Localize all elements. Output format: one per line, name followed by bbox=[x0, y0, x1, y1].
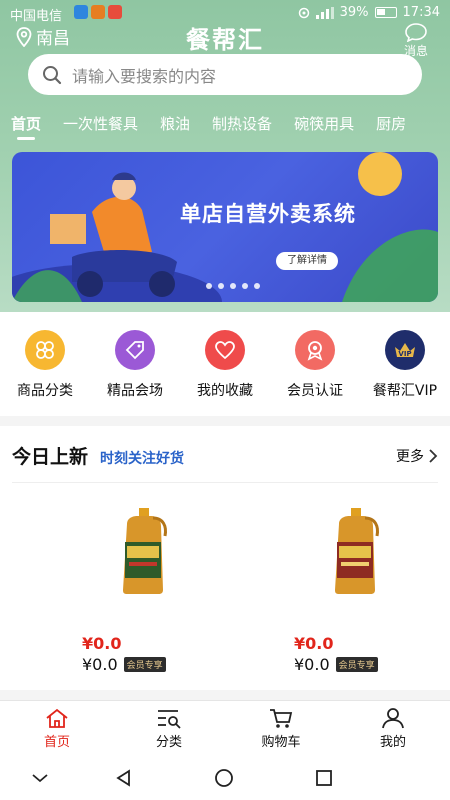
notification-icon bbox=[108, 5, 122, 19]
quick-link-member-verification[interactable]: 会员认证 bbox=[270, 330, 360, 400]
new-today-section: 今日上新 时刻关注好货 更多 ¥0.0 ¥0.0 会员专享 ¥0.0 ¥0.0 … bbox=[0, 426, 450, 690]
heart-icon bbox=[205, 330, 245, 370]
quick-link-vip[interactable]: VIP 餐帮汇VIP bbox=[360, 330, 450, 400]
notification-icons bbox=[74, 5, 122, 19]
quick-link-label: 会员认证 bbox=[287, 383, 343, 399]
oil-bottle-image bbox=[123, 508, 167, 594]
vip-tag: 会员专享 bbox=[123, 657, 166, 672]
product-price: ¥0.0 bbox=[82, 634, 122, 653]
tab-mine[interactable]: 我的 bbox=[348, 707, 438, 750]
user-icon bbox=[382, 708, 404, 729]
tab-label: 首页 bbox=[43, 735, 70, 750]
product-card[interactable]: ¥0.0 ¥0.0 会员专享 bbox=[290, 506, 420, 674]
carousel-dot[interactable] bbox=[254, 283, 260, 289]
banner-title: 单店自营外卖系统 bbox=[180, 202, 356, 226]
quick-link-my-favorites[interactable]: 我的收藏 bbox=[180, 330, 270, 400]
product-card[interactable]: ¥0.0 ¥0.0 会员专享 bbox=[78, 506, 208, 674]
location-status-icon bbox=[298, 7, 309, 18]
back-icon[interactable] bbox=[114, 768, 134, 788]
tab-cart[interactable]: 购物车 bbox=[236, 707, 326, 750]
category-tab-home[interactable]: 首页 bbox=[0, 104, 52, 144]
quick-link-label: 商品分类 bbox=[17, 383, 73, 399]
app-title: 餐帮汇 bbox=[186, 25, 264, 54]
vip-price-row: ¥0.0 会员专享 bbox=[290, 655, 420, 674]
vip-tag: 会员专享 bbox=[335, 657, 378, 672]
message-icon bbox=[405, 23, 427, 42]
clover-icon bbox=[25, 330, 65, 370]
quick-link-premium-venue[interactable]: 精品会场 bbox=[90, 330, 180, 400]
category-icon bbox=[158, 710, 181, 729]
carousel-dots bbox=[206, 283, 260, 289]
title-bar: 南昌 餐帮汇 消息 bbox=[0, 20, 450, 58]
divider bbox=[12, 482, 438, 483]
carousel-dot[interactable] bbox=[242, 283, 248, 289]
vip-price-row: ¥0.0 会员专享 bbox=[78, 655, 208, 674]
bottom-tab-bar: 首页 分类 购物车 我的 bbox=[0, 700, 450, 756]
product-price: ¥0.0 bbox=[294, 634, 334, 653]
badge-icon bbox=[295, 330, 335, 370]
category-tab-heating-equipment[interactable]: 制热设备 bbox=[201, 104, 283, 144]
tab-label: 分类 bbox=[155, 735, 182, 750]
battery-percent: 39% bbox=[339, 5, 369, 20]
recents-icon[interactable] bbox=[314, 768, 334, 788]
vip-price: ¥0.0 bbox=[82, 655, 118, 674]
oil-bottle-image bbox=[335, 508, 379, 594]
carousel-dot[interactable] bbox=[218, 283, 224, 289]
product-image bbox=[78, 506, 208, 626]
tab-home[interactable]: 首页 bbox=[12, 707, 102, 750]
more-link[interactable]: 更多 bbox=[396, 446, 438, 466]
category-tab-disposable-tableware[interactable]: 一次性餐具 bbox=[52, 104, 149, 144]
notification-icon bbox=[74, 5, 88, 19]
search-placeholder: 请输入要搜索的内容 bbox=[72, 66, 217, 86]
battery-icon bbox=[374, 7, 397, 18]
category-tab-tableware-utensils[interactable]: 碗筷用具 bbox=[283, 104, 365, 144]
category-tabs: 首页 一次性餐具 粮油 制热设备 碗筷用具 厨房 bbox=[0, 104, 450, 144]
cart-icon bbox=[270, 709, 293, 728]
tag-icon bbox=[115, 330, 155, 370]
section-title: 今日上新 bbox=[12, 446, 89, 468]
product-image bbox=[290, 506, 420, 626]
carousel-dot[interactable] bbox=[206, 283, 212, 289]
more-label: 更多 bbox=[396, 449, 424, 465]
category-tab-kitchen[interactable]: 厨房 bbox=[365, 104, 417, 144]
chevron-right-icon bbox=[429, 449, 438, 463]
section-subtitle: 时刻关注好货 bbox=[100, 451, 185, 467]
carousel-dot[interactable] bbox=[230, 283, 236, 289]
vip-icon: VIP bbox=[385, 330, 425, 370]
system-nav-bar bbox=[0, 756, 450, 800]
search-bar[interactable]: 请输入要搜索的内容 bbox=[28, 54, 422, 95]
vip-price: ¥0.0 bbox=[294, 655, 330, 674]
tab-label: 我的 bbox=[379, 735, 406, 750]
signal-icon bbox=[315, 6, 334, 19]
banner-details-button[interactable]: 了解详情 bbox=[276, 252, 338, 270]
header-area: 中国电信 39% 17:34 南昌 餐帮汇 消息 请输入要搜索的内容 首页 一次… bbox=[0, 0, 450, 312]
clock: 17:34 bbox=[402, 5, 440, 20]
collapse-icon[interactable] bbox=[30, 768, 50, 788]
quick-links: 商品分类 精品会场 我的收藏 会员认证 VIP 餐帮汇VIP bbox=[0, 312, 450, 416]
tab-category[interactable]: 分类 bbox=[124, 707, 214, 750]
tab-label: 购物车 bbox=[261, 735, 301, 750]
quick-link-product-categories[interactable]: 商品分类 bbox=[0, 330, 90, 400]
category-tab-grain-oil[interactable]: 粮油 bbox=[149, 104, 201, 144]
promo-banner[interactable]: 单店自营外卖系统 了解详情 bbox=[12, 152, 438, 302]
notification-icon bbox=[91, 5, 105, 19]
search-icon bbox=[43, 65, 62, 84]
svg-text:VIP: VIP bbox=[398, 350, 411, 358]
quick-link-label: 餐帮汇VIP bbox=[372, 383, 438, 399]
section-header: 今日上新 时刻关注好货 bbox=[12, 442, 184, 469]
status-right: 39% 17:34 bbox=[298, 5, 440, 20]
home-icon bbox=[46, 708, 68, 728]
quick-link-label: 精品会场 bbox=[107, 383, 163, 399]
quick-link-label: 我的收藏 bbox=[197, 383, 253, 399]
home-nav-icon[interactable] bbox=[214, 768, 234, 788]
